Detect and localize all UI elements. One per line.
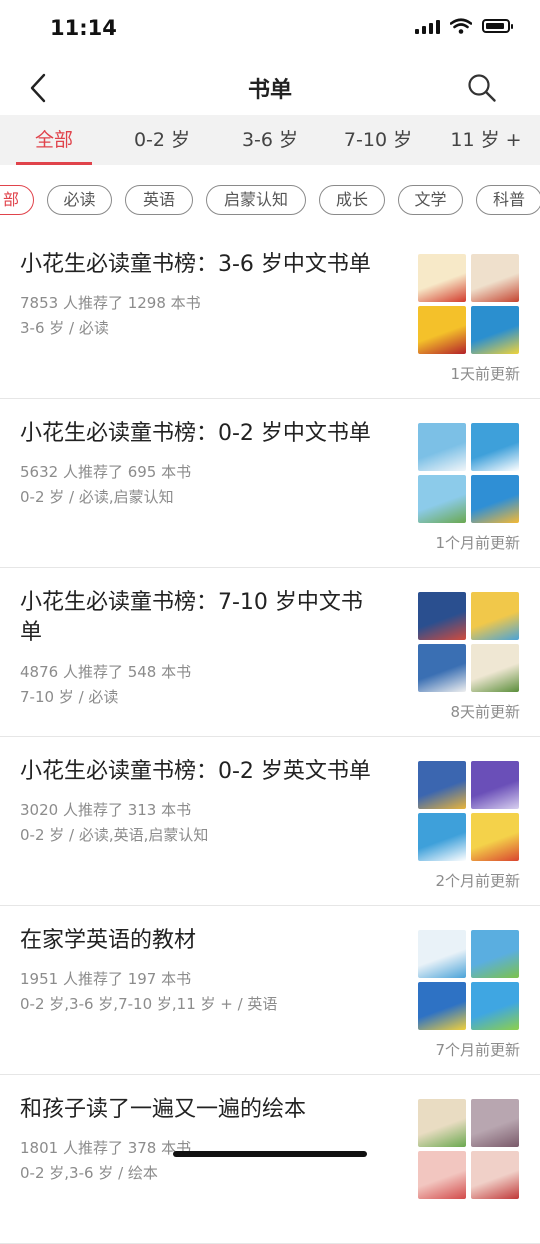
navigation-bar: 书单: [0, 60, 540, 115]
chip-all[interactable]: 部: [0, 185, 34, 215]
book-cover: [418, 982, 466, 1030]
signal-icon: [415, 18, 440, 34]
booklist-tags: 3-6 岁 / 必读: [20, 319, 109, 337]
booklist-tags: 7-10 岁 / 必读: [20, 688, 119, 706]
booklist-item[interactable]: 小花生必读童书榜：0-2 岁英文书单 3020 人推荐了 313 本书 0-2 …: [0, 737, 540, 906]
updated-time: 1个月前更新: [435, 534, 520, 552]
search-button[interactable]: [462, 68, 502, 108]
booklist-stats: 4876 人推荐了 548 本书: [20, 663, 192, 681]
battery-icon: [482, 19, 513, 33]
chip-must-read[interactable]: 必读: [47, 185, 112, 215]
book-cover: [471, 254, 519, 302]
tab-age-3-6[interactable]: 3-6 岁: [216, 115, 324, 165]
book-cover: [471, 423, 519, 471]
book-cover: [418, 761, 466, 809]
booklist-title: 小花生必读童书榜：7-10 岁中文书单: [20, 590, 363, 645]
booklist-item[interactable]: 在家学英语的教材 1951 人推荐了 197 本书 0-2 岁,3-6 岁,7-…: [0, 906, 540, 1075]
status-icons: [415, 18, 513, 34]
chip-english[interactable]: 英语: [125, 185, 193, 215]
updated-time: 1天前更新: [450, 365, 520, 383]
status-time: 11:14: [50, 16, 117, 40]
booklist-list: 小花生必读童书榜：3-6 岁中文书单 7853 人推荐了 1298 本书 3-6…: [0, 230, 540, 1244]
booklist-stats: 7853 人推荐了 1298 本书: [20, 294, 201, 312]
book-cover: [471, 1151, 519, 1199]
booklist-stats: 1801 人推荐了 378 本书: [20, 1139, 192, 1157]
updated-time: 8天前更新: [450, 703, 520, 721]
wifi-icon: [450, 18, 472, 34]
booklist-title: 小花生必读童书榜：0-2 岁中文书单: [20, 421, 371, 446]
age-filter-tabs: 全部 0-2 岁 3-6 岁 7-10 岁 11 岁 +: [0, 115, 540, 165]
chip-literature[interactable]: 文学: [398, 185, 463, 215]
book-cover: [471, 813, 519, 861]
booklist-title: 小花生必读童书榜：3-6 岁中文书单: [20, 252, 371, 277]
book-cover-grid: [418, 423, 520, 524]
book-cover: [418, 930, 466, 978]
book-cover: [418, 1099, 466, 1147]
booklist-item[interactable]: 小花生必读童书榜：0-2 岁中文书单 5632 人推荐了 695 本书 0-2 …: [0, 399, 540, 568]
book-cover: [471, 982, 519, 1030]
book-cover: [418, 306, 466, 354]
booklist-tags: 0-2 岁 / 必读,英语,启蒙认知: [20, 826, 209, 844]
booklist-stats: 1951 人推荐了 197 本书: [20, 970, 192, 988]
updated-time: 7个月前更新: [435, 1041, 520, 1059]
booklist-stats: 3020 人推荐了 313 本书: [20, 801, 192, 819]
book-cover: [418, 254, 466, 302]
tab-age-0-2[interactable]: 0-2 岁: [108, 115, 216, 165]
book-cover: [471, 306, 519, 354]
booklist-tags: 0-2 岁 / 必读,启蒙认知: [20, 488, 174, 506]
booklist-title: 和孩子读了一遍又一遍的绘本: [20, 1097, 307, 1122]
book-cover-grid: [418, 592, 520, 693]
book-cover: [471, 644, 519, 692]
book-cover: [471, 1099, 519, 1147]
book-cover: [418, 813, 466, 861]
book-cover-grid: [418, 930, 520, 1031]
booklist-tags: 0-2 岁,3-6 岁 / 绘本: [20, 1164, 158, 1182]
booklist-stats: 5632 人推荐了 695 本书: [20, 463, 192, 481]
booklist-item[interactable]: 小花生必读童书榜：7-10 岁中文书单 4876 人推荐了 548 本书 7-1…: [0, 568, 540, 737]
booklist-title: 在家学英语的教材: [20, 928, 197, 953]
chip-science[interactable]: 科普: [476, 185, 540, 215]
book-cover: [418, 1151, 466, 1199]
book-cover-grid: [418, 1099, 520, 1200]
booklist-item[interactable]: 和孩子读了一遍又一遍的绘本 1801 人推荐了 378 本书 0-2 岁,3-6…: [0, 1075, 540, 1244]
booklist-title: 小花生必读童书榜：0-2 岁英文书单: [20, 759, 371, 784]
chip-growth[interactable]: 成长: [319, 185, 385, 215]
booklist-tags: 0-2 岁,3-6 岁,7-10 岁,11 岁 + / 英语: [20, 995, 278, 1013]
tab-all[interactable]: 全部: [0, 115, 108, 165]
search-icon: [468, 74, 496, 102]
booklist-item[interactable]: 小花生必读童书榜：3-6 岁中文书单 7853 人推荐了 1298 本书 3-6…: [0, 230, 540, 399]
book-cover: [418, 592, 466, 640]
tab-age-7-10[interactable]: 7-10 岁: [324, 115, 432, 165]
page-title: 书单: [247, 78, 292, 103]
updated-time: 2个月前更新: [435, 872, 520, 890]
book-cover-grid: [418, 254, 520, 355]
book-cover: [418, 475, 466, 523]
book-cover: [471, 930, 519, 978]
book-cover-grid: [418, 761, 520, 862]
book-cover: [471, 761, 519, 809]
status-bar: 11:14: [0, 0, 540, 60]
book-cover: [418, 423, 466, 471]
home-indicator: [173, 1151, 367, 1157]
chip-enlightenment[interactable]: 启蒙认知: [206, 185, 306, 215]
book-cover: [471, 475, 519, 523]
book-cover: [471, 592, 519, 640]
tab-age-11-plus[interactable]: 11 岁 +: [432, 115, 540, 165]
book-cover: [418, 644, 466, 692]
category-chips: 部 必读 英语 启蒙认知 成长 文学 科普: [0, 180, 540, 220]
